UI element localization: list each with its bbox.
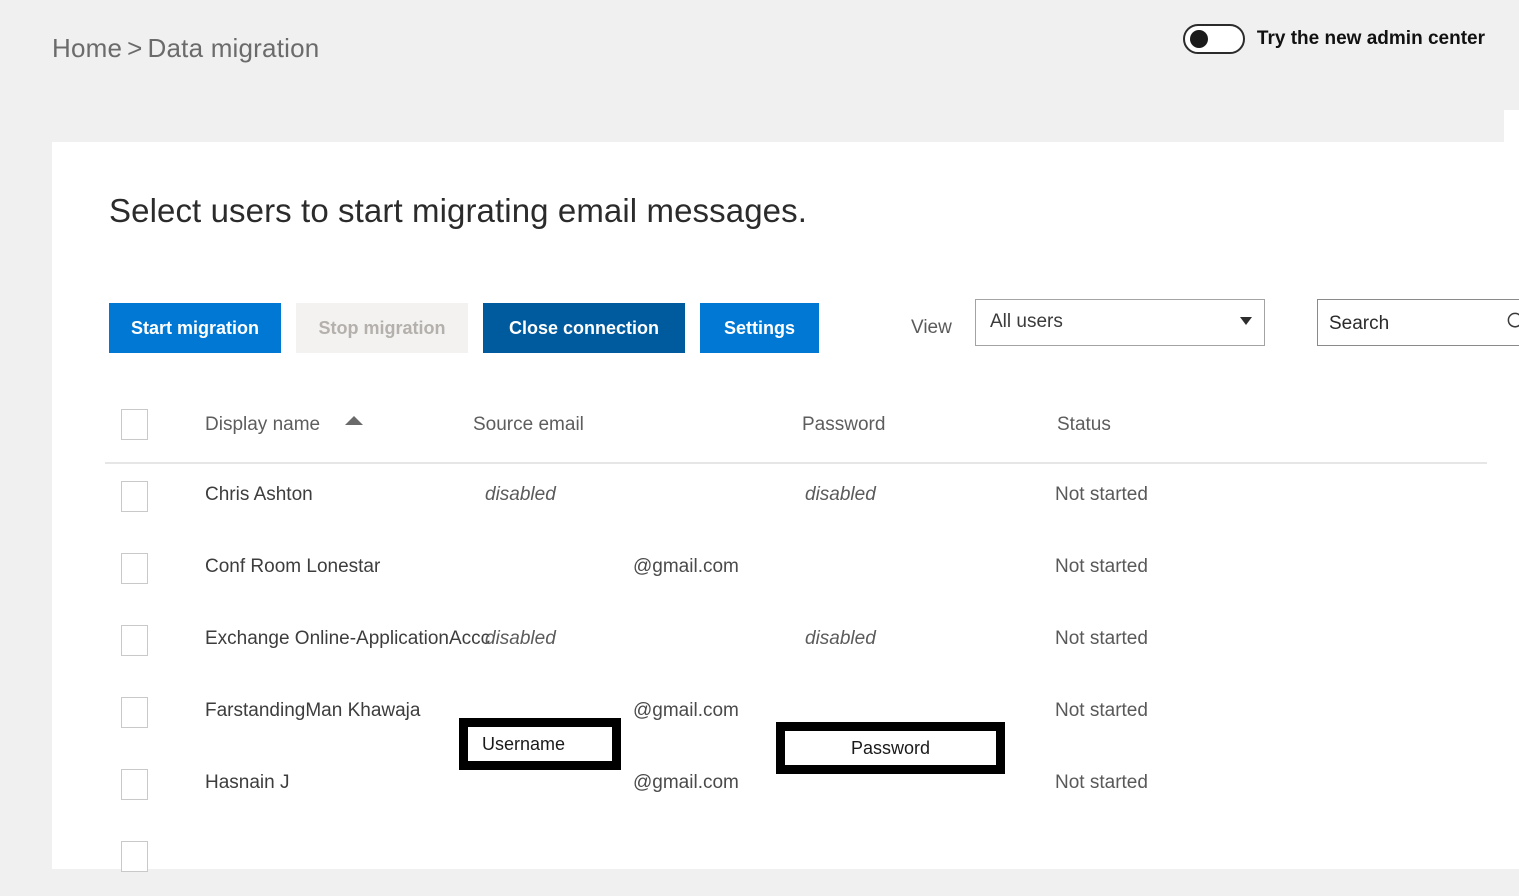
sort-ascending-icon[interactable] — [345, 416, 363, 425]
command-bar: Start migration Stop migration Close con… — [109, 299, 1519, 353]
view-filter-value: All users — [990, 311, 1063, 332]
cell-source-email: @gmail.com — [633, 772, 739, 793]
toggle-knob-icon — [1189, 30, 1208, 48]
breadcrumb: Home > Data migration — [52, 33, 319, 64]
cell-status: Not started — [1055, 556, 1148, 577]
cell-display-name: Conf Room Lonestar — [205, 556, 381, 577]
table-row[interactable]: Conf Room Lonestar @gmail.com Not starte… — [105, 536, 1487, 608]
table-row[interactable]: Chris Ashton disabled disabled Not start… — [105, 464, 1487, 536]
close-connection-button[interactable]: Close connection — [483, 303, 685, 353]
cell-display-name: FarstandingMan Khawaja — [205, 700, 421, 721]
users-table: Display name Source email Password Statu… — [105, 390, 1487, 896]
view-filter-dropdown[interactable]: All users — [975, 299, 1265, 346]
try-new-admin-center-control[interactable]: Try the new admin center — [1182, 24, 1485, 54]
password-annotation-box: Password — [776, 722, 1005, 774]
top-header-bar: Home > Data migration Try the new admin ce… — [0, 0, 1519, 142]
cell-source-email: disabled — [485, 484, 556, 505]
select-all-checkbox[interactable] — [121, 409, 148, 440]
view-label: View — [911, 317, 952, 338]
search-input[interactable] — [1327, 300, 1491, 347]
row-checkbox[interactable] — [121, 697, 148, 728]
cell-display-name: Exchange Online-ApplicationAccc — [205, 628, 491, 649]
cell-source-email: disabled — [485, 628, 556, 649]
search-icon[interactable] — [1506, 311, 1519, 334]
cell-display-name: Chris Ashton — [205, 484, 313, 505]
left-rail — [0, 142, 52, 869]
start-migration-button[interactable]: Start migration — [109, 303, 281, 353]
table-row[interactable]: Exchange Online-ApplicationAccc disabled… — [105, 608, 1487, 680]
cell-status: Not started — [1055, 700, 1148, 721]
settings-button[interactable]: Settings — [700, 303, 819, 353]
chevron-down-icon — [1240, 317, 1252, 325]
row-checkbox[interactable] — [121, 769, 148, 800]
page-title: Select users to start migrating email me… — [109, 192, 807, 229]
row-checkbox[interactable] — [121, 481, 148, 512]
admin-center-toggle-switch[interactable] — [1182, 24, 1245, 54]
username-annotation-label: Username — [482, 733, 566, 754]
cell-status: Not started — [1055, 628, 1148, 649]
breadcrumb-separator: > — [127, 33, 143, 63]
cell-status: Not started — [1055, 484, 1148, 505]
column-header-display-name[interactable]: Display name — [205, 414, 320, 436]
breadcrumb-item-home[interactable]: Home — [52, 33, 122, 63]
column-header-status[interactable]: Status — [1057, 414, 1111, 436]
row-checkbox[interactable] — [121, 553, 148, 584]
cell-status: Not started — [1055, 772, 1148, 793]
column-header-source-email[interactable]: Source email — [473, 414, 584, 436]
cell-display-name: Hasnain J — [205, 772, 290, 793]
table-row[interactable] — [105, 824, 1487, 896]
cell-source-email: @gmail.com — [633, 700, 739, 721]
cell-password: disabled — [805, 484, 876, 505]
right-scroll-gutter — [1504, 110, 1519, 143]
search-box[interactable] — [1317, 299, 1519, 347]
stop-migration-button: Stop migration — [296, 303, 468, 353]
row-checkbox[interactable] — [121, 841, 148, 872]
cell-password: disabled — [805, 628, 876, 649]
cell-source-email: @gmail.com — [633, 556, 739, 577]
breadcrumb-item-data-migration: Data migration — [147, 33, 320, 63]
row-checkbox[interactable] — [121, 625, 148, 656]
column-header-password[interactable]: Password — [802, 414, 885, 436]
password-annotation-label: Password — [850, 737, 931, 758]
username-annotation-box: Username — [459, 718, 621, 770]
table-header-row: Display name Source email Password Statu… — [105, 390, 1487, 464]
admin-center-toggle-label: Try the new admin center — [1256, 28, 1485, 49]
